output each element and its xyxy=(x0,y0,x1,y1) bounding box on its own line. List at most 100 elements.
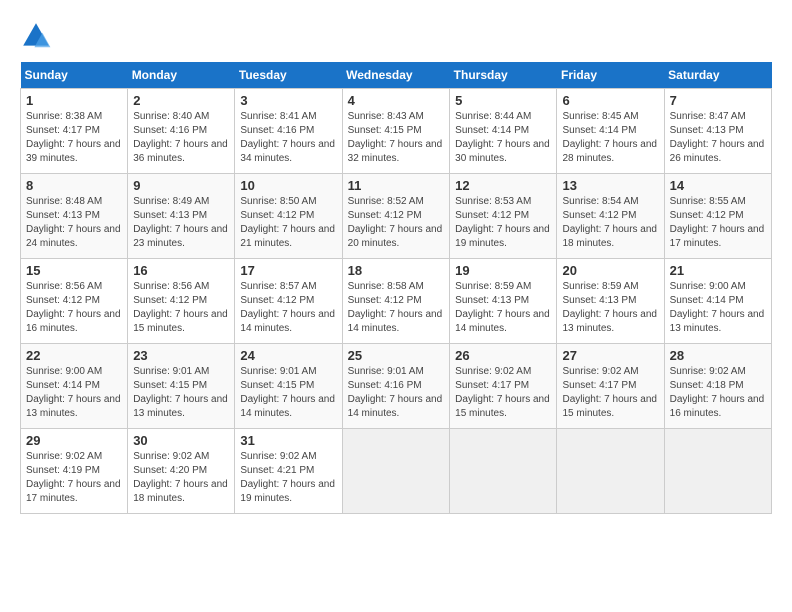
weekday-header-thursday: Thursday xyxy=(450,62,557,89)
calendar-day-25: 25Sunrise: 9:01 AM Sunset: 4:16 PM Dayli… xyxy=(342,344,450,429)
calendar-day-3: 3 Sunrise: 8:41 AM Sunset: 4:16 PM Daylig… xyxy=(235,89,342,174)
calendar-day-4: 4 Sunrise: 8:43 AM Sunset: 4:15 PM Daylig… xyxy=(342,89,450,174)
day-info: Sunrise: 8:50 AM Sunset: 4:12 PM Dayligh… xyxy=(240,195,336,251)
weekday-header-sunday: Sunday xyxy=(21,62,128,89)
calendar-day-8: 8 Sunrise: 8:48 AM Sunset: 4:13 PM Daylig… xyxy=(21,174,128,259)
day-info: Sunrise: 8:47 AM Sunset: 4:13 PM Dayligh… xyxy=(670,110,766,166)
calendar-day-1: 1 Sunrise: 8:38 AM Sunset: 4:17 PM Daylig… xyxy=(21,89,128,174)
calendar-day-15: 15Sunrise: 8:56 AM Sunset: 4:12 PM Dayli… xyxy=(21,259,128,344)
logo-icon xyxy=(20,20,52,52)
day-info: Sunrise: 8:45 AM Sunset: 4:14 PM Dayligh… xyxy=(562,110,658,166)
day-info: Sunrise: 9:01 AM Sunset: 4:15 PM Dayligh… xyxy=(133,365,229,421)
day-info: Sunrise: 8:57 AM Sunset: 4:12 PM Dayligh… xyxy=(240,280,336,336)
calendar-day-9: 9 Sunrise: 8:49 AM Sunset: 4:13 PM Daylig… xyxy=(128,174,235,259)
day-number: 28 xyxy=(670,348,766,363)
weekday-header-monday: Monday xyxy=(128,62,235,89)
calendar-day-21: 21 Sunrise: 9:00 AM Sunset: 4:14 PM Dayli… xyxy=(664,259,771,344)
day-info: Sunrise: 8:44 AM Sunset: 4:14 PM Dayligh… xyxy=(455,110,551,166)
day-number: 22 xyxy=(26,348,122,363)
day-info: Sunrise: 8:59 AM Sunset: 4:13 PM Dayligh… xyxy=(455,280,551,336)
day-info: Sunrise: 9:02 AM Sunset: 4:20 PM Dayligh… xyxy=(133,450,229,506)
calendar-day-11: 11 Sunrise: 8:52 AM Sunset: 4:12 PM Dayli… xyxy=(342,174,450,259)
empty-cell xyxy=(664,429,771,514)
weekday-header-friday: Friday xyxy=(557,62,664,89)
calendar-week-2: 8 Sunrise: 8:48 AM Sunset: 4:13 PM Daylig… xyxy=(21,174,772,259)
calendar-week-4: 22 Sunrise: 9:00 AM Sunset: 4:14 PM Dayli… xyxy=(21,344,772,429)
day-number: 14 xyxy=(670,178,766,193)
day-number: 7 xyxy=(670,93,766,108)
day-info: Sunrise: 8:40 AM Sunset: 4:16 PM Dayligh… xyxy=(133,110,229,166)
day-number: 26 xyxy=(455,348,551,363)
day-number: 18 xyxy=(348,263,445,278)
day-number: 19 xyxy=(455,263,551,278)
day-info: Sunrise: 9:00 AM Sunset: 4:14 PM Dayligh… xyxy=(26,365,122,421)
calendar-day-29: 29 Sunrise: 9:02 AM Sunset: 4:19 PM Dayli… xyxy=(21,429,128,514)
day-number: 6 xyxy=(562,93,658,108)
day-number: 4 xyxy=(348,93,445,108)
weekday-header-wednesday: Wednesday xyxy=(342,62,450,89)
calendar-day-24: 24 Sunrise: 9:01 AM Sunset: 4:15 PM Dayli… xyxy=(235,344,342,429)
day-info: Sunrise: 9:00 AM Sunset: 4:14 PM Dayligh… xyxy=(670,280,766,336)
empty-cell xyxy=(450,429,557,514)
calendar-table: SundayMondayTuesdayWednesdayThursdayFrid… xyxy=(20,62,772,514)
day-number: 24 xyxy=(240,348,336,363)
day-info: Sunrise: 8:49 AM Sunset: 4:13 PM Dayligh… xyxy=(133,195,229,251)
day-number: 27 xyxy=(562,348,658,363)
calendar-day-6: 6 Sunrise: 8:45 AM Sunset: 4:14 PM Daylig… xyxy=(557,89,664,174)
calendar-week-3: 15Sunrise: 8:56 AM Sunset: 4:12 PM Dayli… xyxy=(21,259,772,344)
day-info: Sunrise: 8:54 AM Sunset: 4:12 PM Dayligh… xyxy=(562,195,658,251)
day-info: Sunrise: 9:02 AM Sunset: 4:17 PM Dayligh… xyxy=(455,365,551,421)
day-number: 2 xyxy=(133,93,229,108)
day-info: Sunrise: 8:56 AM Sunset: 4:12 PM Dayligh… xyxy=(26,280,122,336)
calendar-day-20: 20Sunrise: 8:59 AM Sunset: 4:13 PM Dayli… xyxy=(557,259,664,344)
day-info: Sunrise: 8:56 AM Sunset: 4:12 PM Dayligh… xyxy=(133,280,229,336)
weekday-header-saturday: Saturday xyxy=(664,62,771,89)
calendar-day-13: 13 Sunrise: 8:54 AM Sunset: 4:12 PM Dayli… xyxy=(557,174,664,259)
day-number: 31 xyxy=(240,433,336,448)
calendar-day-12: 12 Sunrise: 8:53 AM Sunset: 4:12 PM Dayli… xyxy=(450,174,557,259)
day-info: Sunrise: 8:53 AM Sunset: 4:12 PM Dayligh… xyxy=(455,195,551,251)
weekday-header-tuesday: Tuesday xyxy=(235,62,342,89)
day-number: 5 xyxy=(455,93,551,108)
day-info: Sunrise: 8:41 AM Sunset: 4:16 PM Dayligh… xyxy=(240,110,336,166)
day-info: Sunrise: 8:48 AM Sunset: 4:13 PM Dayligh… xyxy=(26,195,122,251)
day-number: 12 xyxy=(455,178,551,193)
day-info: Sunrise: 8:38 AM Sunset: 4:17 PM Dayligh… xyxy=(26,110,122,166)
day-number: 1 xyxy=(26,93,122,108)
calendar-day-2: 2 Sunrise: 8:40 AM Sunset: 4:16 PM Daylig… xyxy=(128,89,235,174)
day-info: Sunrise: 8:52 AM Sunset: 4:12 PM Dayligh… xyxy=(348,195,445,251)
day-number: 16 xyxy=(133,263,229,278)
day-number: 21 xyxy=(670,263,766,278)
calendar-week-1: 1 Sunrise: 8:38 AM Sunset: 4:17 PM Daylig… xyxy=(21,89,772,174)
calendar-day-17: 17 Sunrise: 8:57 AM Sunset: 4:12 PM Dayli… xyxy=(235,259,342,344)
day-number: 25 xyxy=(348,348,445,363)
day-info: Sunrise: 9:02 AM Sunset: 4:17 PM Dayligh… xyxy=(562,365,658,421)
calendar-day-28: 28 Sunrise: 9:02 AM Sunset: 4:18 PM Dayli… xyxy=(664,344,771,429)
day-number: 13 xyxy=(562,178,658,193)
day-number: 17 xyxy=(240,263,336,278)
calendar-day-10: 10 Sunrise: 8:50 AM Sunset: 4:12 PM Dayli… xyxy=(235,174,342,259)
calendar-day-7: 7 Sunrise: 8:47 AM Sunset: 4:13 PM Daylig… xyxy=(664,89,771,174)
calendar-day-14: 14 Sunrise: 8:55 AM Sunset: 4:12 PM Dayli… xyxy=(664,174,771,259)
day-number: 3 xyxy=(240,93,336,108)
day-info: Sunrise: 8:58 AM Sunset: 4:12 PM Dayligh… xyxy=(348,280,445,336)
page-header xyxy=(20,20,772,52)
day-info: Sunrise: 9:02 AM Sunset: 4:18 PM Dayligh… xyxy=(670,365,766,421)
day-info: Sunrise: 9:02 AM Sunset: 4:19 PM Dayligh… xyxy=(26,450,122,506)
calendar-day-22: 22 Sunrise: 9:00 AM Sunset: 4:14 PM Dayli… xyxy=(21,344,128,429)
day-info: Sunrise: 9:01 AM Sunset: 4:15 PM Dayligh… xyxy=(240,365,336,421)
day-number: 29 xyxy=(26,433,122,448)
day-info: Sunrise: 8:55 AM Sunset: 4:12 PM Dayligh… xyxy=(670,195,766,251)
day-number: 11 xyxy=(348,178,445,193)
day-info: Sunrise: 8:43 AM Sunset: 4:15 PM Dayligh… xyxy=(348,110,445,166)
day-number: 8 xyxy=(26,178,122,193)
day-number: 23 xyxy=(133,348,229,363)
calendar-day-30: 30 Sunrise: 9:02 AM Sunset: 4:20 PM Dayli… xyxy=(128,429,235,514)
calendar-day-27: 27 Sunrise: 9:02 AM Sunset: 4:17 PM Dayli… xyxy=(557,344,664,429)
day-number: 9 xyxy=(133,178,229,193)
day-number: 10 xyxy=(240,178,336,193)
day-number: 20 xyxy=(562,263,658,278)
day-number: 30 xyxy=(133,433,229,448)
calendar-day-5: 5 Sunrise: 8:44 AM Sunset: 4:14 PM Daylig… xyxy=(450,89,557,174)
calendar-week-5: 29 Sunrise: 9:02 AM Sunset: 4:19 PM Dayli… xyxy=(21,429,772,514)
